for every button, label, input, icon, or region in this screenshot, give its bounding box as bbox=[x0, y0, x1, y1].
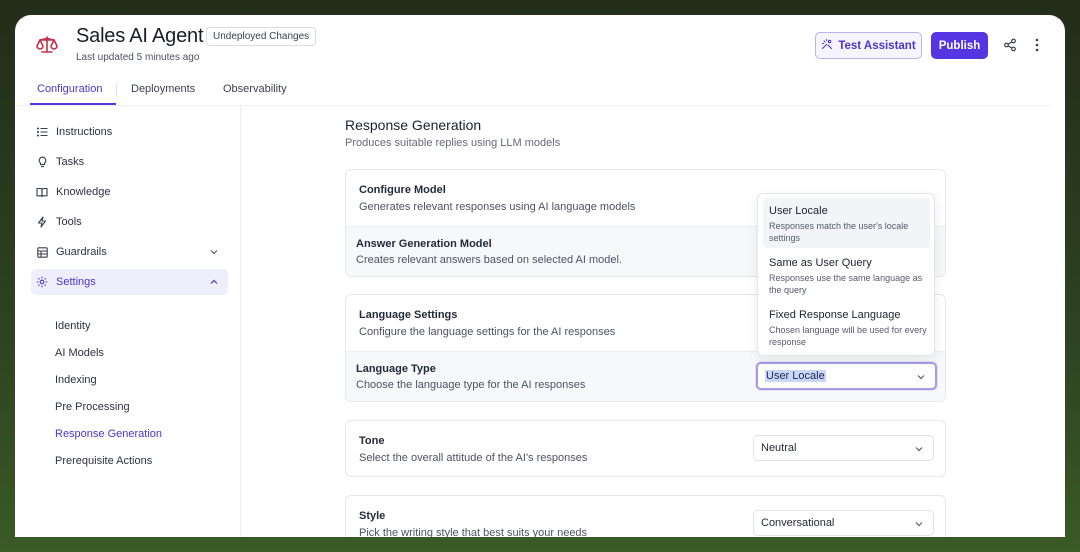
chevron-up-icon[interactable] bbox=[208, 276, 220, 288]
language-type-select[interactable]: User Locale bbox=[756, 362, 937, 390]
tab-divider bbox=[116, 83, 117, 97]
book-icon bbox=[36, 186, 48, 198]
tone-title: Tone bbox=[359, 435, 385, 447]
sidebar-subitem-prerequisite-actions[interactable]: Prerequisite Actions bbox=[55, 455, 152, 467]
lightbulb-icon bbox=[36, 156, 48, 168]
language-type-selected-value: User Locale bbox=[765, 370, 826, 382]
grid-icon bbox=[36, 246, 48, 258]
page-title: Response Generation bbox=[345, 117, 482, 133]
style-description: Pick the writing style that best suits y… bbox=[359, 527, 588, 537]
option-description: Chosen language will be used for every r… bbox=[769, 325, 927, 347]
chevron-down-icon bbox=[913, 518, 925, 530]
header: Sales AI Agent Undeployed Changes Last u… bbox=[15, 15, 1065, 75]
scale-logo-icon bbox=[35, 33, 59, 57]
style-title: Style bbox=[359, 510, 386, 522]
sidebar-subitem-pre-processing[interactable]: Pre Processing bbox=[55, 401, 130, 413]
language-type-title: Language Type bbox=[356, 363, 436, 375]
language-type-dropdown: User Locale Responses match the user's l… bbox=[757, 193, 935, 356]
sidebar-item-tasks[interactable]: Tasks bbox=[31, 149, 228, 175]
active-tab-indicator bbox=[30, 103, 116, 105]
app-title: Sales AI Agent bbox=[76, 25, 204, 47]
publish-button[interactable]: Publish bbox=[931, 32, 988, 59]
tab-bar: Configuration Deployments Observability bbox=[15, 75, 1050, 106]
test-icon bbox=[821, 38, 833, 53]
sidebar-item-label: Instructions bbox=[56, 126, 113, 138]
tone-select[interactable]: Neutral bbox=[753, 435, 934, 461]
sidebar-item-tools[interactable]: Tools bbox=[31, 209, 228, 235]
gear-icon bbox=[36, 276, 48, 288]
list-icon bbox=[36, 126, 48, 138]
style-select[interactable]: Conversational bbox=[753, 510, 934, 536]
chevron-down-icon bbox=[915, 371, 927, 383]
sidebar-item-instructions[interactable]: Instructions bbox=[31, 119, 228, 145]
sidebar-item-settings[interactable]: Settings bbox=[31, 269, 228, 295]
sidebar-subitem-ai-models[interactable]: AI Models bbox=[55, 347, 104, 359]
answer-generation-model-title: Answer Generation Model bbox=[356, 238, 492, 250]
sidebar-subitem-identity[interactable]: Identity bbox=[55, 320, 90, 332]
sidebar: Instructions Tasks Knowledge Tools Guard… bbox=[15, 106, 241, 537]
sidebar-subitem-response-generation[interactable]: Response Generation bbox=[55, 428, 162, 440]
dropdown-option-user-locale[interactable]: User Locale Responses match the user's l… bbox=[763, 198, 930, 248]
option-label: Fixed Response Language bbox=[769, 309, 901, 321]
dropdown-option-same-as-user-query[interactable]: Same as User Query Responses use the sam… bbox=[763, 251, 930, 301]
sidebar-item-knowledge[interactable]: Knowledge bbox=[31, 179, 228, 205]
bolt-icon bbox=[36, 216, 48, 228]
configure-model-title: Configure Model bbox=[359, 184, 446, 196]
chevron-down-icon[interactable] bbox=[208, 246, 220, 258]
sidebar-item-label: Tools bbox=[56, 216, 82, 228]
chevron-down-icon bbox=[913, 443, 925, 455]
status-badge: Undeployed Changes bbox=[206, 27, 317, 46]
language-settings-description: Configure the language settings for the … bbox=[359, 326, 616, 338]
dropdown-option-fixed-response-language[interactable]: Fixed Response Language Chosen language … bbox=[763, 303, 930, 353]
sidebar-item-guardrails[interactable]: Guardrails bbox=[31, 239, 228, 265]
option-description: Responses use the same language as the q… bbox=[769, 273, 923, 295]
page-description: Produces suitable replies using LLM mode… bbox=[345, 137, 561, 149]
tab-observability[interactable]: Observability bbox=[223, 83, 287, 95]
language-settings-title: Language Settings bbox=[359, 309, 458, 321]
more-options-icon[interactable] bbox=[1028, 36, 1046, 54]
last-updated-text: Last updated 5 minutes ago bbox=[76, 52, 200, 63]
tone-selected-value: Neutral bbox=[761, 442, 797, 454]
sidebar-item-label: Settings bbox=[56, 276, 96, 288]
share-icon[interactable] bbox=[1001, 36, 1019, 54]
sidebar-subitem-indexing[interactable]: Indexing bbox=[55, 374, 97, 386]
option-label: Same as User Query bbox=[769, 257, 872, 269]
sidebar-item-label: Knowledge bbox=[56, 186, 111, 198]
configure-model-description: Generates relevant responses using AI la… bbox=[359, 201, 636, 213]
sidebar-item-label: Tasks bbox=[56, 156, 85, 168]
test-assistant-button[interactable]: Test Assistant bbox=[815, 32, 922, 59]
answer-generation-model-description: Creates relevant answers based on select… bbox=[356, 254, 622, 266]
tone-description: Select the overall attitude of the AI's … bbox=[359, 452, 588, 464]
sidebar-item-label: Guardrails bbox=[56, 246, 107, 258]
test-assistant-label: Test Assistant bbox=[838, 39, 916, 52]
option-description: Responses match the user's locale settin… bbox=[769, 221, 909, 243]
language-type-description: Choose the language type for the AI resp… bbox=[356, 379, 586, 391]
tab-deployments[interactable]: Deployments bbox=[131, 83, 195, 95]
tab-configuration[interactable]: Configuration bbox=[37, 83, 102, 95]
app-window: Sales AI Agent Undeployed Changes Last u… bbox=[15, 15, 1065, 537]
option-label: User Locale bbox=[769, 205, 828, 217]
style-selected-value: Conversational bbox=[761, 517, 835, 529]
